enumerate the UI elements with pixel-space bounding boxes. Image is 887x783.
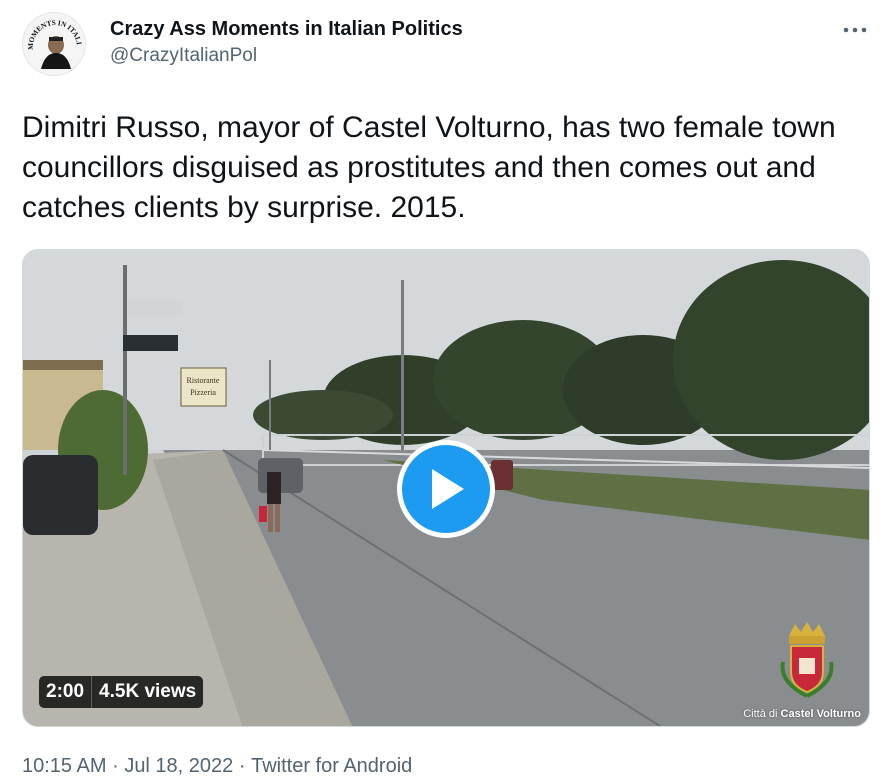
video-watermark: Città di Castel Volturno [743, 708, 861, 720]
tweet-date[interactable]: Jul 18, 2022 [124, 753, 233, 779]
watermark-prefix: Città di [743, 708, 778, 720]
author-display-name[interactable]: Crazy Ass Moments in Italian Politics [110, 17, 463, 41]
play-icon [432, 469, 464, 509]
video-badges: 2:00 4.5K views [39, 676, 204, 708]
views-badge: 4.5K views [91, 676, 203, 708]
tweet-text: Dimitri Russo, mayor of Castel Volturno,… [22, 111, 836, 224]
meta-separator: · [112, 755, 119, 777]
more-button[interactable] [838, 18, 872, 42]
video-player[interactable]: Ristorante Pizzeria 2:00 4.5K views Citt… [22, 249, 870, 727]
avatar-image: CRAZY ASS MOMENTS IN ITALIAN POLITICS [23, 13, 85, 75]
more-icon [843, 27, 867, 33]
tweet-header: CRAZY ASS MOMENTS IN ITALIAN POLITICS Cr… [22, 12, 872, 76]
author-handle[interactable]: @CrazyItalianPol [110, 44, 463, 68]
meta-separator: · [238, 755, 246, 777]
watermark-name: Castel Volturno [780, 708, 861, 720]
tweet-meta: 10:15 AM · Jul 18, 2022 · Twitter for An… [22, 753, 412, 779]
sign-text-2: Pizzeria [190, 388, 216, 397]
sign-text-1: Ristorante [187, 376, 220, 385]
duration-badge: 2:00 [46, 681, 85, 702]
city-crest-icon [780, 622, 834, 698]
play-button[interactable] [397, 440, 495, 538]
tweet-source[interactable]: Twitter for Android [251, 753, 412, 779]
avatar[interactable]: CRAZY ASS MOMENTS IN ITALIAN POLITICS [22, 12, 86, 76]
tweet-time[interactable]: 10:15 AM [22, 753, 107, 779]
